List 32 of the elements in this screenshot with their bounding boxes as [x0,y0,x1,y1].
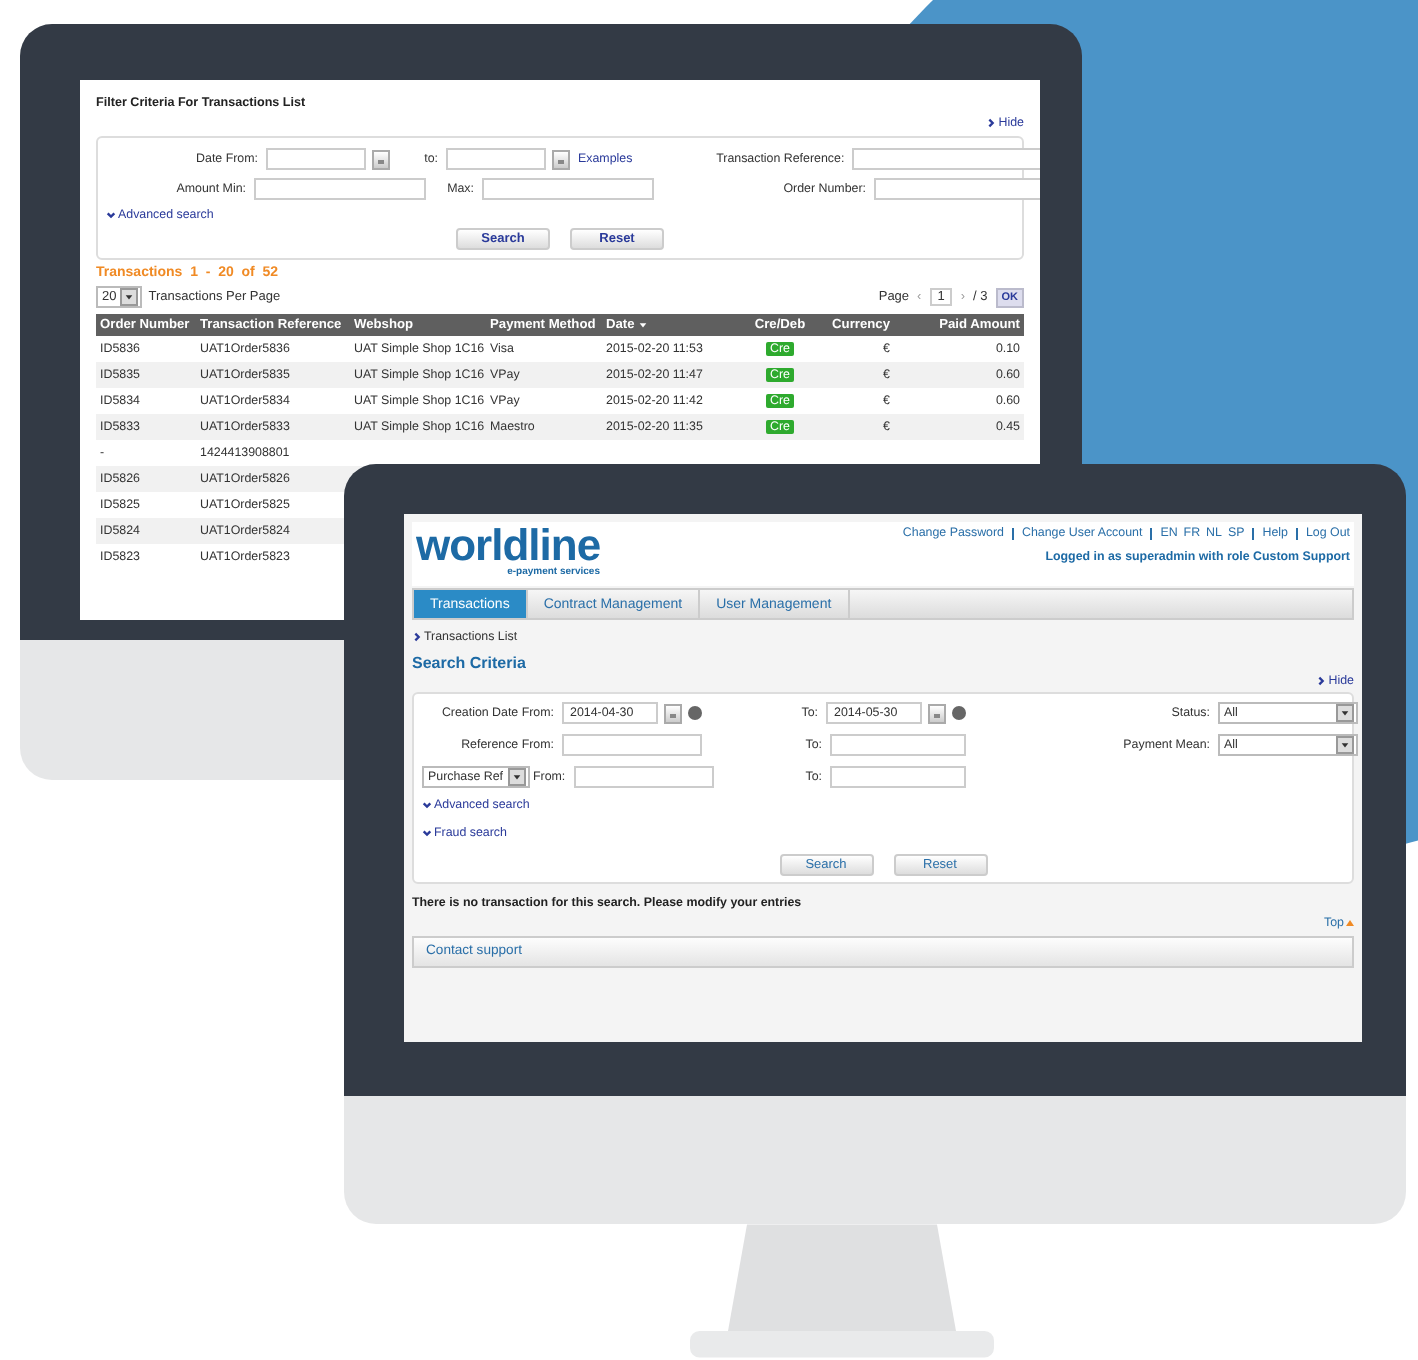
input-field[interactable] [254,178,426,200]
sort-down-icon [638,320,649,330]
dropdown-button[interactable] [1336,704,1354,722]
date-field[interactable] [266,148,366,170]
chevron-down-icon [422,800,432,810]
dropdown-button[interactable] [120,288,139,306]
chevron-right-icon [1316,676,1327,686]
input-field[interactable] [573,766,714,788]
calendar-button[interactable] [372,149,390,169]
chevron-down-icon [106,210,116,220]
section-heading: Search Criteria [412,654,528,672]
input-field[interactable] [830,734,966,756]
calendar-button[interactable] [552,149,570,169]
input-field[interactable] [482,178,654,200]
caret-down-icon [124,292,135,302]
input-field[interactable] [830,766,966,788]
calendar-button[interactable] [664,703,682,723]
chevron-right-icon [412,632,422,642]
dropdown-button[interactable] [1336,736,1354,754]
logo-wordmark: worldline [416,526,601,566]
caret-down-icon [1340,708,1350,718]
input-field[interactable] [874,178,1040,200]
chevron-right-icon [986,118,997,128]
calendar-button[interactable] [928,703,946,723]
caret-down-icon [1340,740,1350,750]
chevron-down-icon [422,828,432,838]
input-field[interactable] [852,148,1040,170]
arrow-up-icon [1346,920,1354,926]
date-field[interactable] [446,148,546,170]
input-field[interactable] [562,734,702,756]
caret-down-icon [511,772,521,782]
dropdown-button[interactable] [507,768,525,786]
